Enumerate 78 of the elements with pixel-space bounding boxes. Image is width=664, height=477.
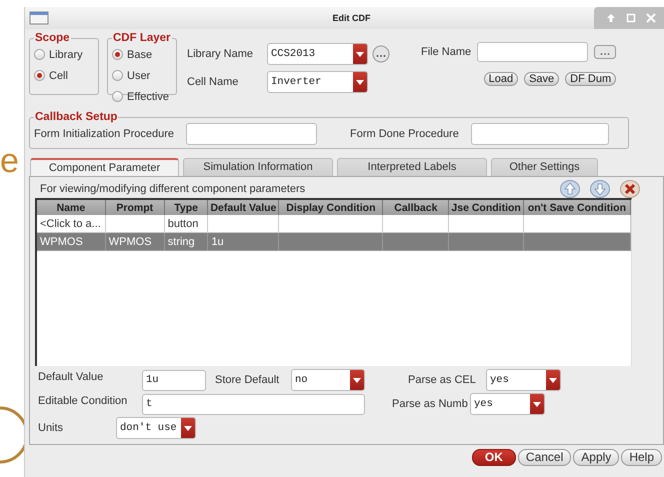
table-cell: button xyxy=(168,218,198,230)
dropdown[interactable]: no xyxy=(291,369,365,391)
radio-label: Base xyxy=(127,48,152,60)
field-label: Units xyxy=(38,422,64,434)
dropdown[interactable]: yes xyxy=(470,393,545,415)
radio-label: User xyxy=(127,70,150,82)
field-label: Default Value xyxy=(38,371,104,383)
column-header[interactable]: Type xyxy=(164,200,208,215)
field-label: Library Name xyxy=(187,48,254,60)
column-header[interactable]: Jse Condition xyxy=(448,200,524,215)
dropdown[interactable]: yes xyxy=(486,369,561,391)
button[interactable]: Cancel xyxy=(518,449,572,466)
column-header[interactable]: Name xyxy=(37,200,106,215)
input-field[interactable]: 1u xyxy=(142,370,206,390)
table-cell: 1u xyxy=(211,236,224,248)
field-label: Form Done Procedure xyxy=(350,128,459,140)
field-label: Store Default xyxy=(215,374,280,386)
caret-icon xyxy=(356,52,364,56)
button[interactable]: Help xyxy=(621,449,662,466)
table-cell: string xyxy=(168,236,195,248)
button[interactable]: Load xyxy=(484,72,518,86)
column-header[interactable]: Display Condition xyxy=(278,200,383,215)
radio-label: Effective xyxy=(127,90,169,102)
group-title: Scope xyxy=(34,33,71,44)
radio-button[interactable] xyxy=(112,70,123,81)
window-title: Edit CDF xyxy=(332,13,372,23)
radio-button[interactable] xyxy=(34,49,45,60)
delete-icon[interactable] xyxy=(620,180,640,198)
field-label: Parse as Numb xyxy=(392,398,469,410)
dropdown[interactable]: don't use xyxy=(116,417,196,439)
column-header[interactable]: Prompt xyxy=(105,200,164,215)
up-arrow-icon[interactable] xyxy=(606,13,616,23)
input-field[interactable] xyxy=(470,123,609,145)
tab[interactable]: Other Settings xyxy=(491,158,598,176)
button[interactable]: Save xyxy=(524,72,560,86)
caret-icon xyxy=(184,426,192,430)
column-header[interactable]: Callback xyxy=(382,200,449,215)
group-title: CDF Layer xyxy=(112,33,172,44)
field-label: Cell Name xyxy=(187,76,240,88)
browse-icon[interactable] xyxy=(594,45,616,59)
table-cell: WPMOS xyxy=(108,236,152,248)
backdrop-letter: e xyxy=(0,144,20,178)
ok-button[interactable]: OK xyxy=(472,449,516,466)
window-icon[interactable] xyxy=(29,11,49,25)
caret-icon xyxy=(356,80,364,84)
table-cell: <Click to a... xyxy=(40,218,101,230)
field-label: File Name xyxy=(421,46,472,58)
caret-icon xyxy=(549,378,557,382)
dropdown[interactable]: Inverter xyxy=(267,71,368,93)
radio-button[interactable] xyxy=(34,70,45,81)
restore-icon[interactable] xyxy=(626,13,636,23)
table-cell: WPMOS xyxy=(40,236,83,248)
radio-label: Cell xyxy=(49,70,68,82)
caret-icon xyxy=(353,378,361,382)
tab[interactable]: Interpreted Labels xyxy=(337,158,487,176)
radio-label: Library xyxy=(49,48,83,60)
more-icon[interactable] xyxy=(372,45,390,63)
radio-button[interactable] xyxy=(112,91,123,102)
field-label: Form Initialization Procedure xyxy=(34,128,174,140)
button[interactable]: Apply xyxy=(573,449,620,466)
tab[interactable]: Simulation Information xyxy=(183,158,333,176)
group-title: Callback Setup xyxy=(34,112,118,123)
radio-button[interactable] xyxy=(112,49,123,60)
close-icon[interactable] xyxy=(646,13,656,23)
button[interactable]: DF Dum xyxy=(565,72,616,86)
tab[interactable]: Component Parameter xyxy=(30,158,179,176)
input-field[interactable]: t xyxy=(142,394,365,414)
column-header[interactable]: Default Value xyxy=(208,200,279,215)
dropdown[interactable]: CCS2013 xyxy=(267,43,368,65)
input-field[interactable] xyxy=(477,42,588,62)
description-text: For viewing/modifying different component parameters xyxy=(40,183,306,195)
input-field[interactable] xyxy=(186,123,318,145)
field-label: Parse as CEL xyxy=(408,374,477,386)
column-header[interactable]: on't Save Condition xyxy=(523,200,630,215)
ring-drawing xyxy=(0,405,24,465)
field-label: Editable Condition xyxy=(38,395,128,407)
table-row[interactable]: WPMOS WPMOS string 1u xyxy=(37,232,630,250)
caret-icon xyxy=(533,402,541,406)
